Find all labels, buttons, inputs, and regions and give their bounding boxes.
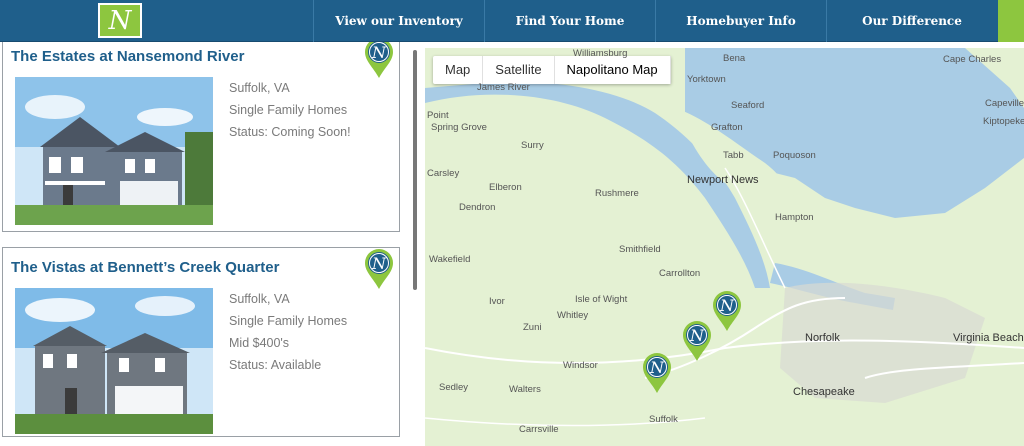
map-marker-icon[interactable]: N xyxy=(711,290,743,332)
tab-napolitano-map[interactable]: Napolitano Map xyxy=(554,56,671,84)
listing-location: Suffolk, VA xyxy=(229,81,290,95)
listing-status: Status: Available xyxy=(229,358,322,372)
listing-details: Suffolk, VA Single Family Homes Status: … xyxy=(229,77,351,143)
map-place-label: Carrsville xyxy=(519,424,559,435)
map-place-label: Chesapeake xyxy=(793,386,855,398)
map-place-label: Surry xyxy=(521,140,544,151)
map-place-label: Carsley xyxy=(427,168,460,179)
map-place-label: Dendron xyxy=(459,202,496,213)
community-pin-icon[interactable]: N xyxy=(363,42,395,79)
map-place-label: Bena xyxy=(723,53,746,64)
map-place-label: Windsor xyxy=(563,360,598,371)
community-map[interactable]: Map Satellite Napolitano Map Williamsbur… xyxy=(425,48,1024,446)
logo-letter: N xyxy=(108,5,132,36)
map-place-label: Carrollton xyxy=(659,268,701,279)
map-place-label: Norfolk xyxy=(805,332,840,344)
listing-details: Suffolk, VA Single Family Homes Mid $400… xyxy=(229,288,347,376)
nav-homebuyer-info[interactable]: Homebuyer Info xyxy=(655,0,826,42)
listing-card[interactable]: The Vistas at Bennett’s Creek Quarter N xyxy=(2,247,400,437)
main-nav: View our Inventory Find Your Home Homebu… xyxy=(313,0,997,42)
map-place-label: Ivor xyxy=(489,296,505,307)
listing-scrollbar[interactable] xyxy=(413,50,417,290)
map-place-label: Zuni xyxy=(523,322,542,333)
map-place-label: Kiptopeke xyxy=(983,116,1024,127)
svg-text:N: N xyxy=(371,43,387,62)
map-place-label: Walters xyxy=(509,384,541,395)
map-place-label: Rushmere xyxy=(595,188,639,199)
listing-price: Mid $400's xyxy=(229,336,290,350)
map-place-label: Isle of Wight xyxy=(575,294,628,305)
home-photo[interactable] xyxy=(15,77,213,225)
site-header: N View our Inventory Find Your Home Home… xyxy=(0,0,1024,42)
map-place-label: Tabb xyxy=(723,150,744,161)
map-place-label: Hampton xyxy=(775,212,814,223)
listing-status: Status: Coming Soon! xyxy=(229,125,351,139)
map-place-label: Williamsburg xyxy=(573,48,628,59)
map-place-label: Virginia Beach xyxy=(953,332,1024,344)
map-place-label: Seaford xyxy=(731,100,765,111)
map-place-label: Wakefield xyxy=(429,254,471,265)
map-marker-icon[interactable]: N xyxy=(681,320,713,362)
map-marker-icon[interactable]: N xyxy=(641,352,673,394)
nav-accent-bar xyxy=(998,0,1024,42)
map-place-label: Elberon xyxy=(489,182,522,193)
svg-text:N: N xyxy=(371,254,387,273)
map-place-label: Yorktown xyxy=(687,74,726,85)
map-place-label: Capeville xyxy=(985,98,1024,109)
map-place-label: Grafton xyxy=(711,122,743,133)
map-place-label: Suffolk xyxy=(649,414,678,425)
map-place-label: Cape Charles xyxy=(943,54,1002,65)
map-place-label: Whitley xyxy=(557,310,589,321)
listing-type: Single Family Homes xyxy=(229,314,348,328)
home-photo[interactable] xyxy=(15,288,213,434)
svg-text:N: N xyxy=(689,326,705,345)
listing-location: Suffolk, VA xyxy=(229,292,290,306)
nav-inventory[interactable]: View our Inventory xyxy=(313,0,484,42)
brand-logo[interactable]: N xyxy=(98,3,142,38)
listing-type: Single Family Homes xyxy=(229,103,348,117)
nav-our-difference[interactable]: Our Difference xyxy=(826,0,997,42)
map-place-label: James River xyxy=(477,82,530,93)
svg-text:N: N xyxy=(649,358,665,377)
map-type-tabs: Map Satellite Napolitano Map xyxy=(433,56,671,84)
tab-map[interactable]: Map xyxy=(433,56,484,84)
nav-find-home[interactable]: Find Your Home xyxy=(484,0,655,42)
map-place-label: Smithfield xyxy=(619,244,661,255)
listing-title[interactable]: The Estates at Nansemond River xyxy=(11,48,244,65)
community-pin-icon[interactable]: N xyxy=(363,248,395,290)
listing-title[interactable]: The Vistas at Bennett’s Creek Quarter xyxy=(11,259,279,276)
map-place-label: Point xyxy=(427,110,449,121)
map-place-label: Sedley xyxy=(439,382,469,393)
svg-text:N: N xyxy=(719,296,735,315)
listing-card[interactable]: The Estates at Nansemond River N Suffolk… xyxy=(2,42,400,232)
map-place-label: Spring Grove xyxy=(431,122,487,133)
listing-panel: The Estates at Nansemond River N Suffolk… xyxy=(0,42,418,446)
tab-satellite[interactable]: Satellite xyxy=(483,56,555,84)
map-place-label: Newport News xyxy=(687,174,759,186)
map-place-label: Poquoson xyxy=(773,150,816,161)
